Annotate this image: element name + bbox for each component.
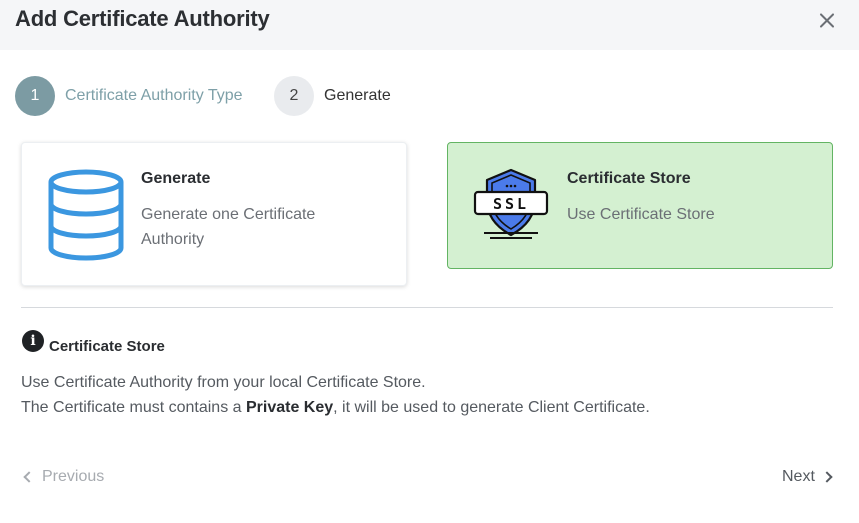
database-icon — [48, 169, 124, 261]
step-number-2: 2 — [274, 76, 314, 116]
next-button[interactable]: Next — [782, 466, 833, 488]
step-label-2: Generate — [324, 87, 391, 104]
dialog-header: Add Certificate Authority — [0, 0, 859, 50]
chevron-left-icon — [23, 471, 35, 483]
previous-button[interactable]: Previous — [21, 466, 104, 488]
step-number-1: 1 — [15, 76, 55, 116]
close-icon[interactable] — [815, 9, 839, 33]
next-label: Next — [782, 468, 815, 485]
generate-option-card[interactable]: Generate Generate one Certificate Author… — [21, 142, 407, 286]
ssl-shield-icon: SSL — [473, 168, 549, 239]
private-key-emphasis: Private Key — [245, 399, 334, 416]
info-line-1: Use Certificate Authority from your loca… — [21, 374, 426, 391]
generate-card-description: Generate one Certificate Authority — [141, 206, 316, 248]
step-generate[interactable]: 2 Generate — [274, 76, 391, 116]
info-description: Use Certificate Authority from your loca… — [21, 370, 650, 420]
step-certificate-authority-type[interactable]: 1 Certificate Authority Type — [15, 76, 243, 116]
step-label-1: Certificate Authority Type — [65, 87, 243, 104]
section-divider — [21, 307, 833, 308]
store-card-title: Certificate Store — [567, 170, 691, 187]
store-card-description: Use Certificate Store — [567, 206, 715, 223]
generate-card-title: Generate — [141, 170, 211, 187]
dialog-title: Add Certificate Authority — [15, 6, 270, 31]
ssl-icon-text: SSL — [493, 195, 529, 213]
info-title: Certificate Store — [49, 338, 165, 355]
info-line-2: The Certificate must contains a Private … — [21, 399, 650, 416]
certificate-store-option-card[interactable]: SSL Certificate Store Use Certificate St… — [447, 142, 833, 269]
chevron-right-icon — [821, 471, 833, 483]
info-icon: i — [22, 330, 44, 352]
previous-label: Previous — [42, 468, 105, 485]
